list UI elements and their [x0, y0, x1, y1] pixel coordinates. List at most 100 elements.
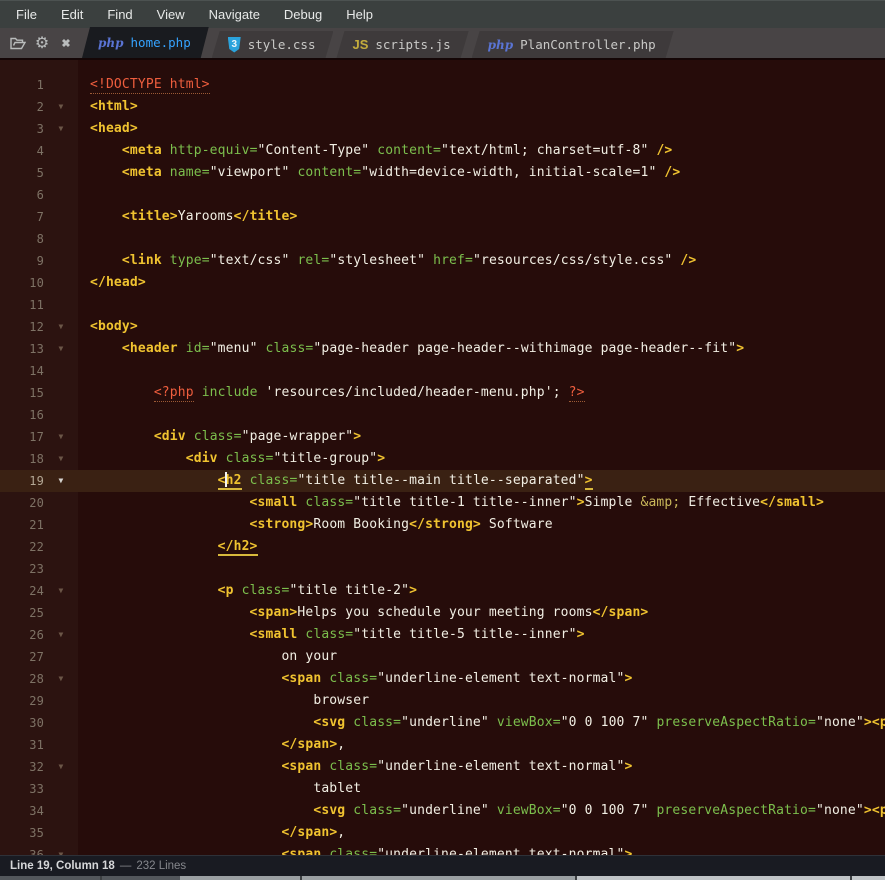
- menu-file[interactable]: File: [4, 1, 49, 28]
- tab-style.css[interactable]: 3style.css: [212, 31, 334, 58]
- line-number: 12: [0, 316, 44, 338]
- code-line-28[interactable]: 28▼ <span class="underline-element text-…: [0, 668, 885, 690]
- code-line-11[interactable]: 11: [0, 294, 885, 316]
- fold-arrow-icon[interactable]: ▼: [44, 448, 78, 470]
- code-content: </h2>: [90, 536, 258, 558]
- code-line-34[interactable]: 34 <svg class="underline" viewBox="0 0 1…: [0, 800, 885, 822]
- code-content: <meta name="viewport" content="width=dev…: [90, 162, 680, 184]
- code-line-19[interactable]: 19▼ <h2 class="title title--main title--…: [0, 470, 885, 492]
- code-line-24[interactable]: 24▼ <p class="title title-2">: [0, 580, 885, 602]
- menu-help[interactable]: Help: [334, 1, 385, 28]
- js-file-icon: JS: [352, 37, 368, 52]
- line-number: 7: [0, 206, 44, 228]
- code-line-27[interactable]: 27 on your: [0, 646, 885, 668]
- status-separator: —: [120, 860, 132, 872]
- code-line-7[interactable]: 7 <title>Yarooms</title>: [0, 206, 885, 228]
- menu-navigate[interactable]: Navigate: [197, 1, 272, 28]
- code-pane: 1<!DOCTYPE html>2▼<html>3▼<head>4 <meta …: [0, 60, 885, 855]
- line-number: 2: [0, 96, 44, 118]
- line-number: 22: [0, 536, 44, 558]
- line-number: 27: [0, 646, 44, 668]
- code-line-29[interactable]: 29 browser: [0, 690, 885, 712]
- fold-arrow-icon[interactable]: ▼: [44, 426, 78, 448]
- code-content: <!DOCTYPE html>: [90, 74, 210, 96]
- code-line-3[interactable]: 3▼<head>: [0, 118, 885, 140]
- settings-gear-icon[interactable]: ⚙: [32, 33, 52, 53]
- tab-scripts.js[interactable]: JSscripts.js: [336, 31, 468, 58]
- menu-debug[interactable]: Debug: [272, 1, 334, 28]
- code-line-13[interactable]: 13▼ <header id="menu" class="page-header…: [0, 338, 885, 360]
- code-line-21[interactable]: 21 <strong>Room Booking</strong> Softwar…: [0, 514, 885, 536]
- code-content: <div class="page-wrapper">: [90, 426, 361, 448]
- code-line-17[interactable]: 17▼ <div class="page-wrapper">: [0, 426, 885, 448]
- code-line-6[interactable]: 6: [0, 184, 885, 206]
- code-line-20[interactable]: 20 <small class="title title-1 title--in…: [0, 492, 885, 514]
- close-icon[interactable]: ✖: [56, 33, 76, 53]
- line-number: 30: [0, 712, 44, 734]
- code-line-26[interactable]: 26▼ <small class="title title-5 title--i…: [0, 624, 885, 646]
- fold-arrow-icon[interactable]: ▼: [44, 316, 78, 338]
- code-line-36[interactable]: 36▼ <span class="underline-element text-…: [0, 844, 885, 855]
- fold-arrow-icon[interactable]: ▼: [44, 756, 78, 778]
- code-content: </span>,: [90, 822, 345, 844]
- fold-arrow-icon[interactable]: ▼: [44, 96, 78, 118]
- code-line-30[interactable]: 30 <svg class="underline" viewBox="0 0 1…: [0, 712, 885, 734]
- menu-find[interactable]: Find: [95, 1, 144, 28]
- line-number: 19: [0, 470, 44, 492]
- tab-toolbar: ⚙ ✖: [0, 28, 82, 58]
- tab-list: phphome.php3style.cssJSscripts.jsphpPlan…: [82, 28, 677, 58]
- code-line-22[interactable]: 22 </h2>: [0, 536, 885, 558]
- code-content: <head>: [90, 118, 138, 140]
- code-content: <h2 class="title title--main title--sepa…: [90, 470, 593, 492]
- code-line-35[interactable]: 35 </span>,: [0, 822, 885, 844]
- line-number: 26: [0, 624, 44, 646]
- code-line-15[interactable]: 15 <?php include 'resources/included/hea…: [0, 382, 885, 404]
- code-line-32[interactable]: 32▼ <span class="underline-element text-…: [0, 756, 885, 778]
- scrollbar-tick: [300, 876, 302, 880]
- code-line-23[interactable]: 23: [0, 558, 885, 580]
- code-line-9[interactable]: 9 <link type="text/css" rel="stylesheet"…: [0, 250, 885, 272]
- fold-arrow-icon[interactable]: ▼: [44, 624, 78, 646]
- code-content: </span>,: [90, 734, 345, 756]
- fold-arrow-icon[interactable]: ▼: [44, 844, 78, 855]
- code-content: <html>: [90, 96, 138, 118]
- code-content: <span class="underline-element text-norm…: [90, 668, 632, 690]
- code-line-10[interactable]: 10</head>: [0, 272, 885, 294]
- code-content: <div class="title-group">: [90, 448, 385, 470]
- open-folder-icon[interactable]: [8, 33, 28, 53]
- code-line-1[interactable]: 1 <!DOCTYPE html>: [0, 74, 885, 96]
- code-line-12[interactable]: 12▼<body>: [0, 316, 885, 338]
- fold-arrow-icon[interactable]: ▼: [44, 668, 78, 690]
- code-editor[interactable]: 1<!DOCTYPE html>2▼<html>3▼<head>4 <meta …: [0, 60, 885, 855]
- code-line-25[interactable]: 25 <span>Helps you schedule your meeting…: [0, 602, 885, 624]
- line-number: 31: [0, 734, 44, 756]
- code-line-18[interactable]: 18▼ <div class="title-group">: [0, 448, 885, 470]
- code-content: <small class="title title-1 title--inner…: [90, 492, 824, 514]
- line-number: 35: [0, 822, 44, 844]
- code-line-2[interactable]: 2▼ <html>: [0, 96, 885, 118]
- code-line-31[interactable]: 31 </span>,: [0, 734, 885, 756]
- tab-home.php[interactable]: phphome.php: [82, 27, 209, 58]
- code-line-4[interactable]: 4 <meta http-equiv="Content-Type" conten…: [0, 140, 885, 162]
- code-line-16[interactable]: 16: [0, 404, 885, 426]
- fold-arrow-icon[interactable]: ▼: [44, 338, 78, 360]
- line-number: 20: [0, 492, 44, 514]
- menu-view[interactable]: View: [145, 1, 197, 28]
- menu-edit[interactable]: Edit: [49, 1, 95, 28]
- line-number: 29: [0, 690, 44, 712]
- fold-arrow-icon[interactable]: ▼: [44, 118, 78, 140]
- fold-arrow-icon[interactable]: ▼: [44, 470, 78, 492]
- code-content: <span>Helps you schedule your meeting ro…: [90, 602, 648, 624]
- code-content: <p class="title title-2">: [90, 580, 417, 602]
- code-line-14[interactable]: 14: [0, 360, 885, 382]
- horizontal-scrollbar[interactable]: [0, 876, 885, 880]
- fold-arrow-icon[interactable]: ▼: [44, 580, 78, 602]
- line-number: 5: [0, 162, 44, 184]
- line-number: 1: [0, 74, 44, 96]
- code-line-8[interactable]: 8: [0, 228, 885, 250]
- code-line-33[interactable]: 33 tablet: [0, 778, 885, 800]
- tab-PlanController.php[interactable]: phpPlanController.php: [472, 31, 674, 58]
- code-content: <meta http-equiv="Content-Type" content=…: [90, 140, 672, 162]
- code-line-5[interactable]: 5 <meta name="viewport" content="width=d…: [0, 162, 885, 184]
- line-number: 11: [0, 294, 44, 316]
